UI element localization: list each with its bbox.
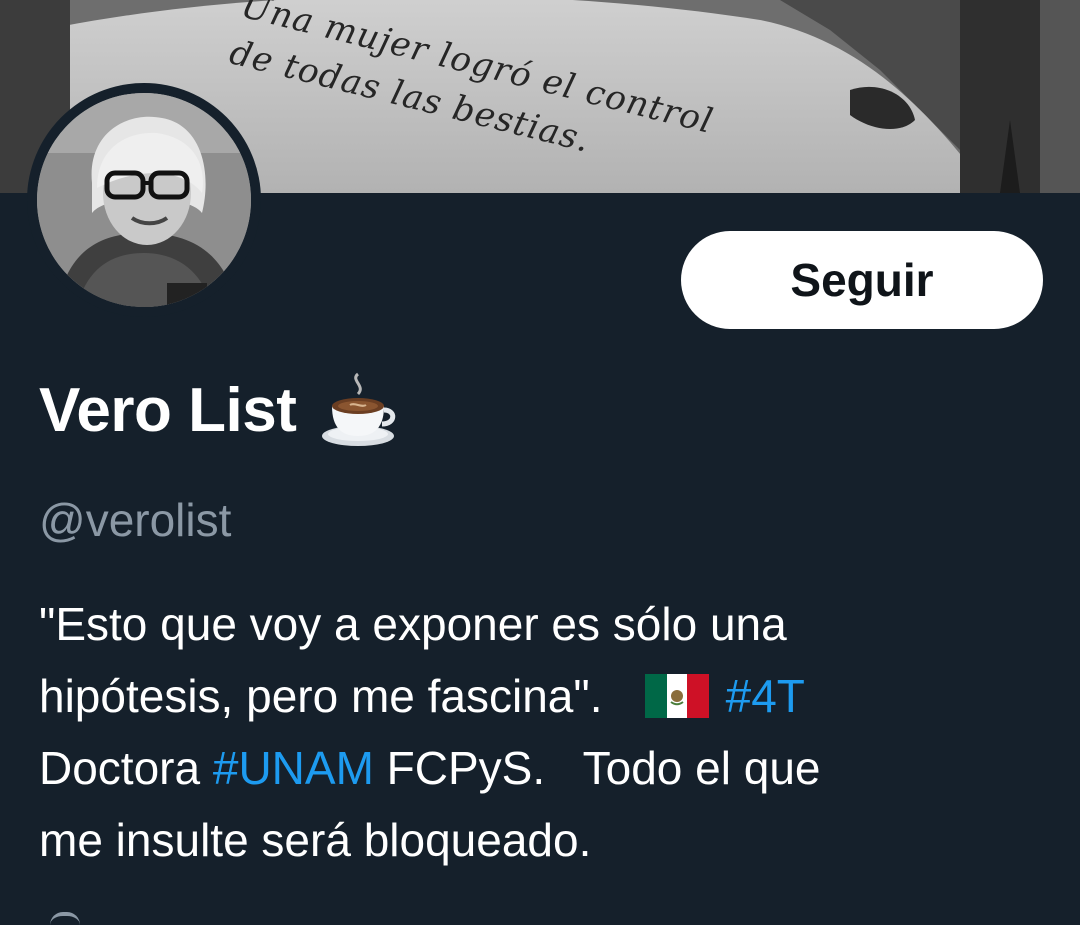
bio-text: Doctora: [39, 742, 213, 794]
bio-line: "Esto que voy a exponer es sólo una: [39, 598, 787, 650]
bio-line: hipótesis, pero me fascina". #4T: [39, 660, 1039, 732]
bio-text: FCPyS. Todo el que: [373, 742, 821, 794]
profile-bio: "Esto que voy a exponer es sólo una hipó…: [39, 588, 1039, 876]
display-name: Vero List: [39, 375, 297, 445]
hashtag-4t-link[interactable]: #4T: [726, 670, 805, 722]
mexico-flag-icon: [644, 666, 709, 718]
profile-handle: @verolist: [39, 494, 232, 546]
avatar-photo: [37, 93, 251, 307]
bio-line: Doctora #UNAM FCPyS. Todo el que: [39, 732, 1039, 804]
profile-name-row: Vero List: [39, 370, 398, 450]
avatar[interactable]: [27, 83, 261, 317]
bio-line: me insulte será bloqueado.: [39, 814, 592, 866]
coffee-icon: [318, 370, 398, 450]
bio-text: hipótesis, pero me fascina".: [39, 670, 641, 722]
hashtag-unam-link[interactable]: #UNAM: [213, 742, 374, 794]
location-icon: [50, 912, 80, 925]
follow-button[interactable]: Seguir: [681, 231, 1043, 329]
